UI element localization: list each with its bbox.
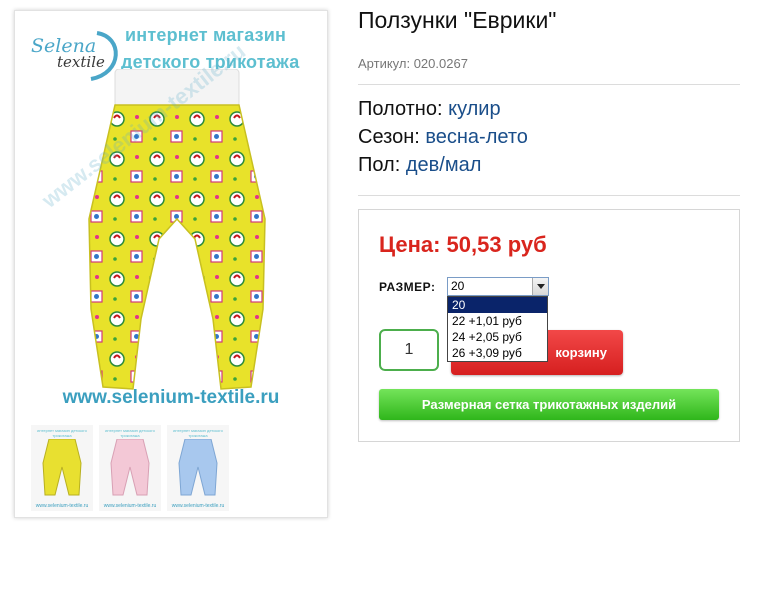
attribute-label: Сезон: xyxy=(358,126,420,148)
price: Цена: 50,53 руб xyxy=(379,232,547,257)
thumbnail-header: интернет магазин детского трикотажа xyxy=(37,428,87,438)
photo-site-url: www.selenium-textile.ru xyxy=(62,387,280,408)
main-product-photo[interactable]: Selena textile интернет магазин детского… xyxy=(17,13,325,417)
sku-label: Артикул: xyxy=(358,56,411,71)
chevron-down-icon[interactable] xyxy=(532,278,548,295)
attribute-fabric: Полотно: кулир xyxy=(358,98,501,121)
size-chart-button[interactable]: Размерная сетка трикотажных изделий xyxy=(379,389,719,420)
attribute-value: кулир xyxy=(448,98,501,120)
product-title: Ползунки "Еврики" xyxy=(358,7,557,33)
thumbnail-3[interactable]: интернет магазин детского трикотажа www.… xyxy=(167,425,229,511)
attribute-value: дев/мал xyxy=(405,154,482,176)
thumbnail-caption: www.selenium-textile.ru xyxy=(103,503,157,509)
size-select-value: 20 xyxy=(451,279,465,293)
store-headline-line1: интернет магазин xyxy=(125,25,287,45)
divider xyxy=(358,195,740,196)
size-option[interactable]: 26 +3,09 руб xyxy=(448,345,547,361)
thumbnail-pants-icon xyxy=(42,439,82,496)
sku-value: 020.0267 xyxy=(413,56,468,71)
thumbnail-header: интернет магазин детского трикотажа xyxy=(105,428,155,438)
product-image-card: Selena textile интернет магазин детского… xyxy=(14,10,328,518)
add-to-cart-label: корзину xyxy=(555,345,607,360)
pants-illustration xyxy=(88,69,266,390)
attribute-value: весна-лето xyxy=(425,126,528,148)
quantity-input[interactable]: 1 xyxy=(379,329,439,371)
attribute-gender: Пол: дев/мал xyxy=(358,154,481,177)
attribute-label: Пол: xyxy=(358,154,401,176)
thumbnail-pants-icon xyxy=(178,439,218,496)
size-option[interactable]: 20 xyxy=(448,297,547,313)
thumbnail-1[interactable]: интернет магазин детского трикотажа www.… xyxy=(31,425,93,511)
size-option[interactable]: 24 +2,05 руб xyxy=(448,329,547,345)
thumbnail-header: интернет магазин детского трикотажа xyxy=(173,428,223,438)
thumbnail-2[interactable]: интернет магазин детского трикотажа www.… xyxy=(99,425,161,511)
attribute-season: Сезон: весна-лето xyxy=(358,126,528,149)
thumbnail-pants-icon xyxy=(110,439,150,496)
size-select[interactable]: 20 xyxy=(447,277,549,296)
attribute-label: Полотно: xyxy=(358,98,443,120)
thumbnail-caption: www.selenium-textile.ru xyxy=(35,503,89,509)
size-label: РАЗМЕР: xyxy=(379,280,436,294)
divider xyxy=(358,84,740,85)
size-dropdown-list: 20 22 +1,01 руб 24 +2,05 руб 26 +3,09 ру… xyxy=(447,296,548,362)
purchase-box: Цена: 50,53 руб РАЗМЕР: 1 корзину Размер… xyxy=(358,209,740,442)
product-sku: Артикул: 020.0267 xyxy=(358,56,468,71)
size-option[interactable]: 22 +1,01 руб xyxy=(448,313,547,329)
thumbnail-caption: www.selenium-textile.ru xyxy=(171,503,225,509)
thumbnail-strip: интернет магазин детского трикотажа www.… xyxy=(17,419,325,515)
